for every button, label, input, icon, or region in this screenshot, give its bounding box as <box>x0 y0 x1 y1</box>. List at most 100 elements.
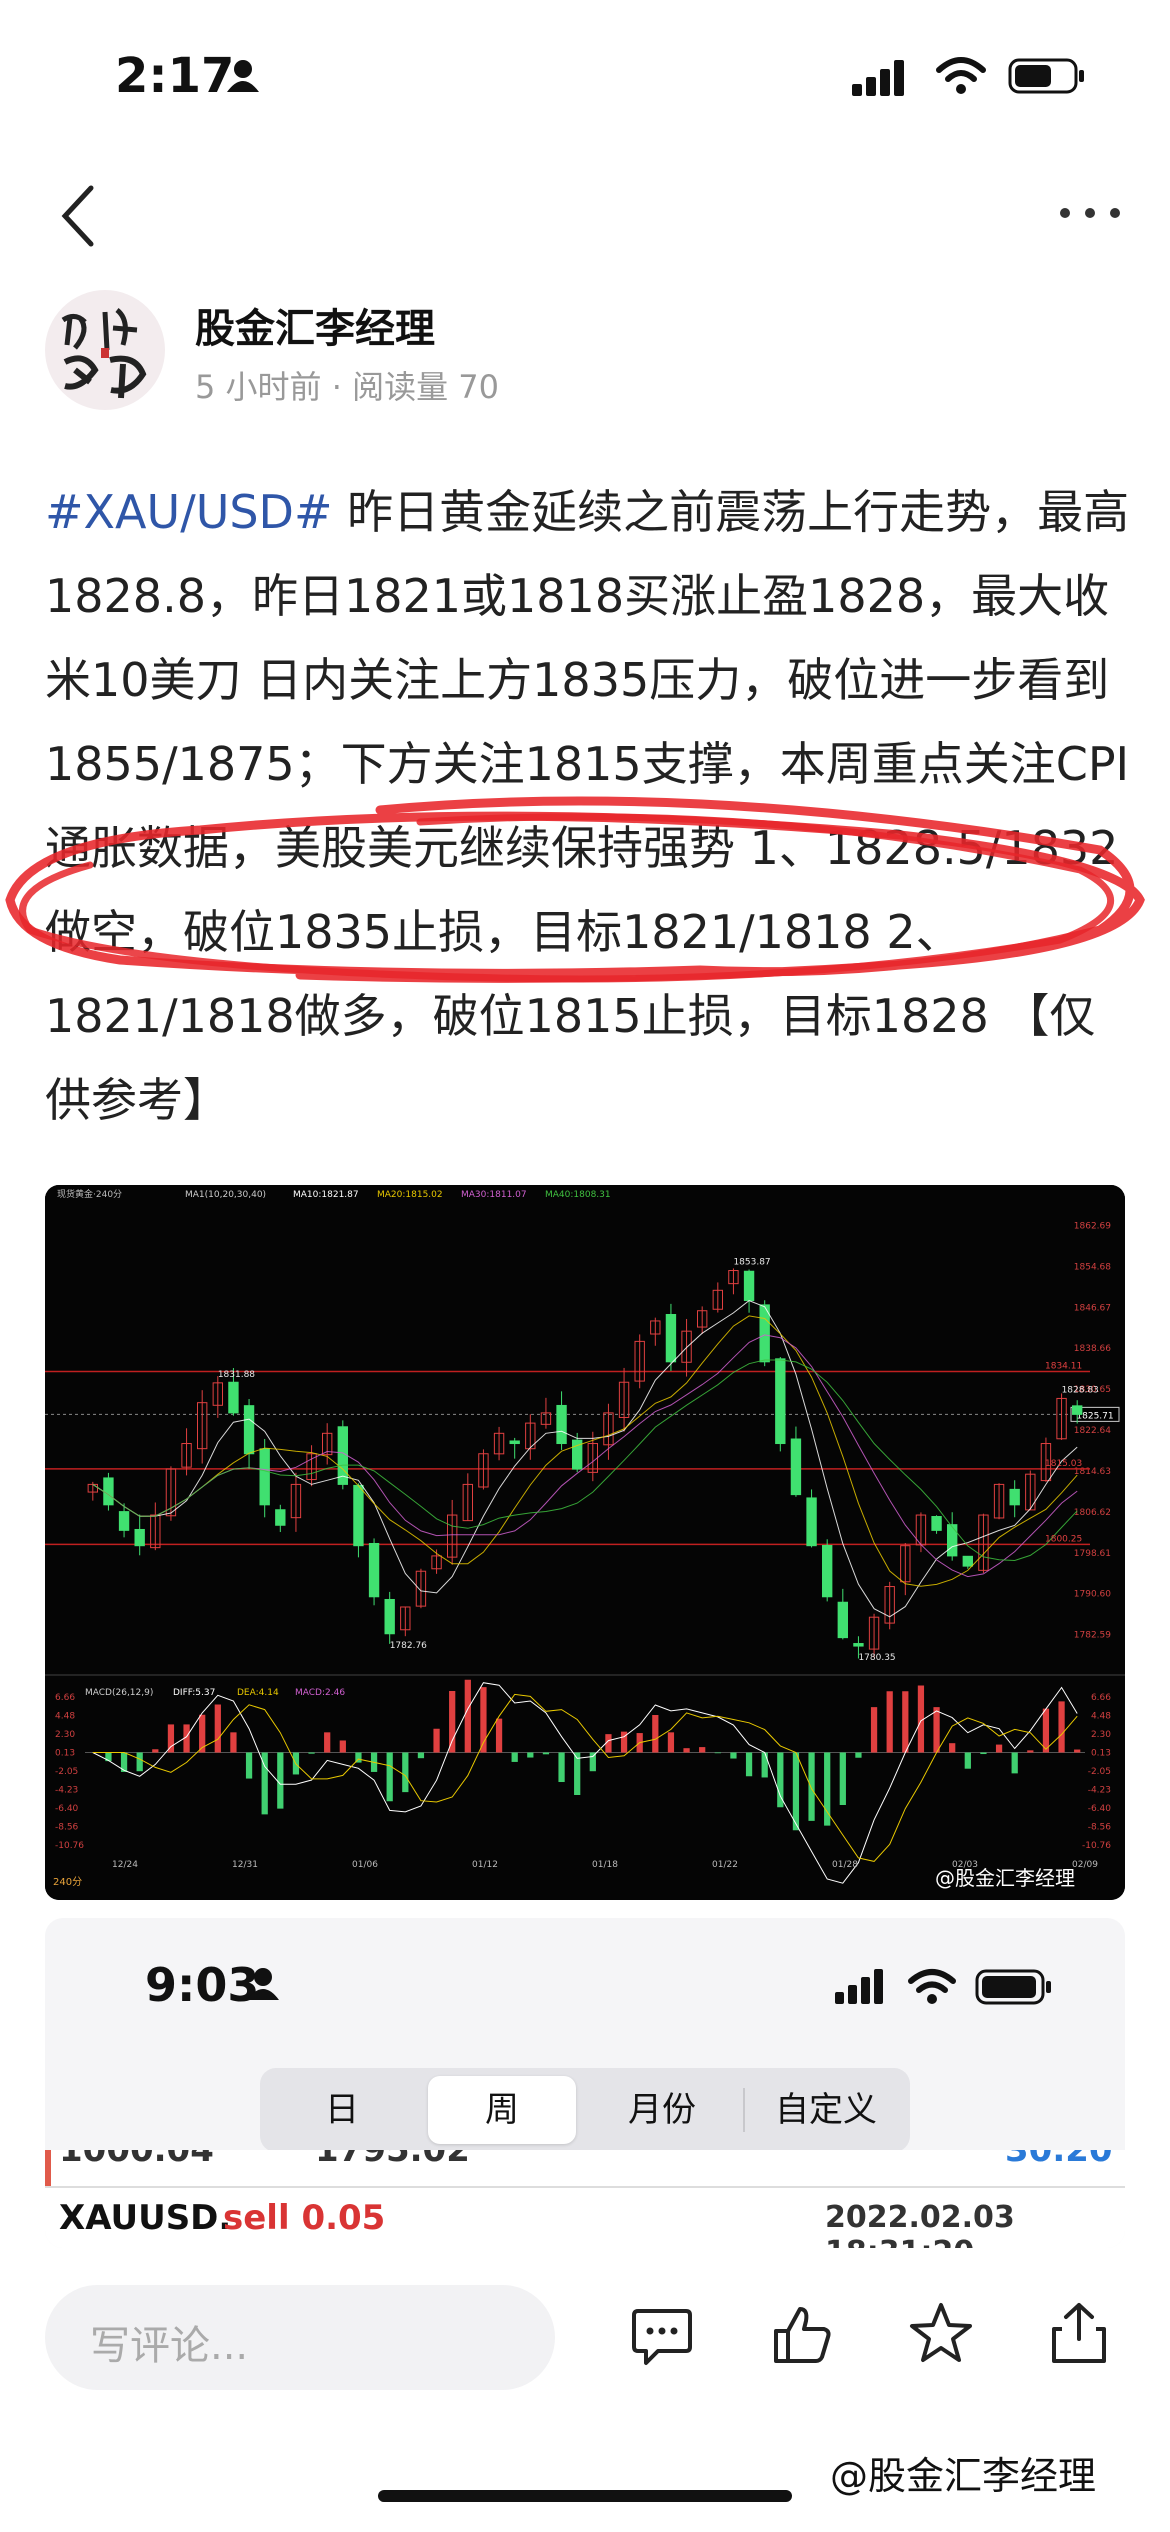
status-bar: 2:17 <box>0 0 1170 150</box>
candle-body <box>118 1511 130 1531</box>
avatar[interactable] <box>45 290 165 410</box>
period-segmented-control: 日 周 月份 自定义 <box>260 2068 910 2152</box>
y-tick-label: 1822.64 <box>1074 1426 1111 1436</box>
legend-item: MA1(10,20,30,40) <box>185 1190 266 1200</box>
home-indicator <box>378 2490 792 2502</box>
legend-item: MA30:1811.07 <box>461 1190 527 1200</box>
thumbs-up-icon[interactable] <box>770 2303 834 2367</box>
candle-body <box>743 1270 755 1302</box>
cellular-signal-icon <box>835 1969 883 2004</box>
macd-tick-right: 0.13 <box>1091 1749 1111 1759</box>
y-tick-label: 1798.61 <box>1074 1549 1111 1559</box>
macd-tick-left: 2.30 <box>55 1730 75 1740</box>
candle-body <box>806 1497 817 1547</box>
comment-icon[interactable] <box>630 2305 694 2369</box>
hashtag-link[interactable]: #XAU/USD# <box>45 485 333 539</box>
macd-tick-left: -10.76 <box>55 1841 84 1851</box>
cut-profit: 30.20 <box>1005 2150 1113 2170</box>
macd-tick-left: 4.48 <box>55 1712 75 1722</box>
tab-custom[interactable]: 自定义 <box>750 2076 902 2144</box>
y-tick-label: 1838.66 <box>1074 1344 1111 1354</box>
x-tick-label: 01/28 <box>832 1860 858 1870</box>
macd-tick-left: -6.40 <box>55 1804 79 1814</box>
bottom-action-bar: 写评论... @股金汇李经理 <box>0 2255 1170 2532</box>
tab-month[interactable]: 月份 <box>588 2076 736 2144</box>
x-tick-label: 02/09 <box>1072 1860 1098 1870</box>
y-tick-label: 1854.68 <box>1074 1262 1111 1272</box>
level-annotation: 1815.03 <box>1045 1459 1082 1469</box>
embedded-screenshot: 9:03 日 周 月份 自定义 1000.04 1795.02 30.20 XA… <box>45 1918 1125 2248</box>
macd-tick-right: -4.23 <box>1088 1786 1111 1796</box>
post-text: #XAU/USD# 昨日黄金延续之前震荡上行走势，最高1828.8，昨日1821… <box>45 470 1135 1142</box>
trade-row[interactable]: XAUUSD. sell 0.05 2022.02.03 18:31:20 <box>45 2188 1125 2248</box>
candle-body <box>837 1601 848 1639</box>
period-label: 240分 <box>53 1876 82 1888</box>
candle-body <box>665 1314 677 1363</box>
cut-row: 1000.04 1795.02 30.20 <box>45 2150 1125 2188</box>
candle-body <box>228 1381 239 1414</box>
x-tick-label: 12/31 <box>232 1860 258 1870</box>
macd-legend-item: MACD(26,12,9) <box>85 1688 153 1698</box>
x-tick-label: 01/22 <box>712 1860 738 1870</box>
candle-body <box>259 1448 270 1506</box>
calligraphy-avatar-image <box>61 308 147 399</box>
macd-tick-right: 2.30 <box>1091 1730 1111 1740</box>
wifi-icon <box>936 57 986 94</box>
read-count: 阅读量 70 <box>352 368 499 406</box>
macd-legend-item: DEA:4.14 <box>237 1688 279 1698</box>
candle-body <box>931 1516 942 1531</box>
y-tick-label: 1862.69 <box>1074 1221 1111 1231</box>
macd-tick-left: -4.23 <box>55 1786 78 1796</box>
macd-tick-right: 4.48 <box>1091 1712 1111 1722</box>
candle-body <box>275 1509 286 1526</box>
candle-body <box>853 1643 864 1647</box>
macd-tick-right: -8.56 <box>1088 1823 1112 1833</box>
person-icon <box>227 60 259 92</box>
battery-icon <box>1008 58 1084 94</box>
level-annotation: 1834.11 <box>1045 1361 1082 1371</box>
x-tick-label: 01/18 <box>592 1860 618 1870</box>
tab-day[interactable]: 日 <box>268 2076 416 2144</box>
candle-body <box>822 1544 833 1598</box>
back-icon[interactable] <box>55 180 105 250</box>
price-annotation: 1853.87 <box>733 1258 770 1268</box>
more-icon[interactable] <box>1055 185 1125 235</box>
candle-body <box>368 1542 380 1598</box>
candle-body <box>509 1440 520 1445</box>
legend-item: MA40:1808.31 <box>545 1190 611 1200</box>
candle-body <box>759 1304 770 1363</box>
battery-icon <box>975 1969 1051 2005</box>
price-annotation: 1780.35 <box>858 1653 895 1663</box>
candle-body <box>775 1358 786 1445</box>
macd-tick-left: 6.66 <box>55 1693 75 1703</box>
trade-symbol: XAUUSD. <box>59 2198 232 2238</box>
legend-item: MA10:1821.87 <box>293 1190 359 1200</box>
meta-separator: · <box>331 368 342 406</box>
legend-item: MA20:1815.02 <box>377 1190 443 1200</box>
trade-timestamp: 2022.02.03 18:31:20 <box>825 2200 1015 2248</box>
trade-side: sell 0.05 <box>223 2198 386 2238</box>
chart-watermark: @股金汇李经理 <box>935 1866 1075 1890</box>
x-tick-label: 01/12 <box>472 1860 498 1870</box>
share-icon[interactable] <box>1048 2299 1110 2367</box>
star-icon[interactable] <box>908 2301 974 2367</box>
macd-legend-item: DIFF:5.37 <box>173 1688 215 1698</box>
candle-body <box>947 1524 958 1557</box>
comment-input[interactable]: 写评论... <box>45 2285 555 2390</box>
candle-body <box>243 1405 255 1455</box>
person-icon <box>247 1968 279 2000</box>
y-tick-label: 1782.59 <box>1074 1631 1111 1641</box>
macd-tick-left: -8.56 <box>55 1823 79 1833</box>
macd-tick-right: -2.05 <box>1088 1767 1111 1777</box>
price-annotation: 1782.76 <box>390 1641 427 1651</box>
post-body: 昨日黄金延续之前震荡上行走势，最高1828.8，昨日1821或1818买涨止盈1… <box>45 485 1130 1127</box>
post-meta: 5 小时前 · 阅读量 70 <box>195 362 499 408</box>
author-name[interactable]: 股金汇李经理 <box>195 296 435 354</box>
tab-week[interactable]: 周 <box>428 2076 576 2144</box>
price-annotation: 1831.88 <box>218 1370 255 1380</box>
cut-open-price: 1000.04 <box>59 2150 214 2170</box>
y-tick-label: 1790.60 <box>1074 1590 1111 1600</box>
cut-close-price: 1795.02 <box>315 2150 470 2170</box>
embedded-status-time: 9:03 <box>145 1958 260 2012</box>
watermark: @股金汇李经理 <box>830 2454 1097 2498</box>
